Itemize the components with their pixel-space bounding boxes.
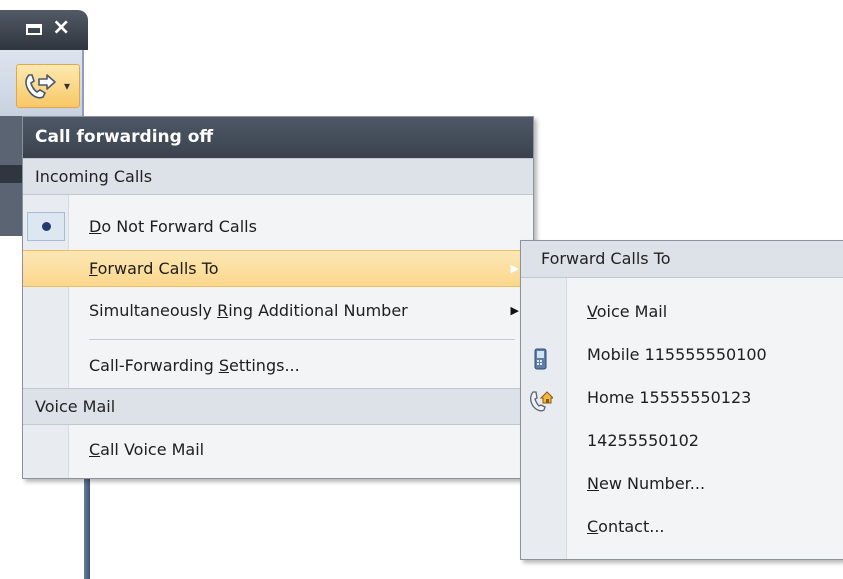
window-titlebar <box>0 10 88 50</box>
menu-item-label: Voice Mail <box>587 302 668 321</box>
call-forwarding-button[interactable]: ▾ <box>16 64 80 108</box>
menu-separator <box>89 339 515 340</box>
chevron-down-icon: ▾ <box>64 79 71 93</box>
menu-item-label: New Number... <box>587 474 706 493</box>
menu-item-label: Call-Forwarding Settings... <box>89 356 300 375</box>
call-forwarding-menu: Call forwarding off Incoming Calls Do No… <box>22 116 534 479</box>
submenu-item-contact[interactable]: Contact... <box>521 506 843 548</box>
menu-item-forwarding-settings[interactable]: Call-Forwarding Settings... <box>23 347 533 384</box>
home-phone-icon <box>529 387 555 412</box>
radio-dot-icon <box>42 222 51 231</box>
menu-item-label: 14255550102 <box>587 431 699 450</box>
menu-item-label: Do Not Forward Calls <box>89 217 257 236</box>
section-voice-mail: Voice Mail <box>23 388 533 425</box>
menu-item-simultaneous-ring[interactable]: Simultaneously Ring Additional Number ▶ <box>23 292 533 329</box>
submenu-item-new-number[interactable]: New Number... <box>521 463 843 505</box>
submenu-item-voice-mail[interactable]: Voice Mail <box>521 291 843 333</box>
menu-item-label: Simultaneously Ring Additional Number <box>89 301 408 320</box>
menu-item-label: Contact... <box>587 517 665 536</box>
submenu-arrow-icon: ▶ <box>510 262 519 275</box>
maximize-icon[interactable] <box>26 24 42 35</box>
mobile-phone-icon <box>529 344 551 370</box>
menu-item-label: Home 15555550123 <box>587 388 752 407</box>
menu-item-forward-calls-to[interactable]: Forward Calls To ▶ <box>23 250 533 287</box>
submenu-header: Forward Calls To <box>521 241 843 278</box>
checked-indicator <box>27 212 65 241</box>
close-icon[interactable]: × <box>52 14 70 42</box>
window-edge-dark <box>0 165 22 183</box>
menu-item-do-not-forward[interactable]: Do Not Forward Calls <box>23 208 533 245</box>
menu-item-label: Call Voice Mail <box>89 440 205 459</box>
submenu-item-home[interactable]: Home 15555550123 <box>521 377 843 419</box>
forward-calls-to-submenu: Forward Calls To Voice Mail Mobile 11555… <box>520 240 843 560</box>
submenu-arrow-icon: ▶ <box>510 304 519 317</box>
submenu-item-mobile[interactable]: Mobile 115555550100 <box>521 334 843 376</box>
menu-header: Call forwarding off <box>23 117 533 158</box>
submenu-item-number[interactable]: 14255550102 <box>521 420 843 462</box>
call-forward-icon <box>23 71 57 105</box>
menu-item-label: Forward Calls To <box>89 259 219 278</box>
menu-item-label: Mobile 115555550100 <box>587 345 767 364</box>
menu-item-call-voice-mail[interactable]: Call Voice Mail <box>23 431 533 468</box>
section-incoming-calls: Incoming Calls <box>23 158 533 195</box>
